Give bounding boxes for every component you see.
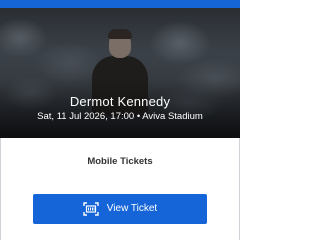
view-ticket-button[interactable]: View Ticket (33, 194, 207, 224)
hero-artist-hair (108, 29, 132, 39)
card-border-right (239, 138, 240, 240)
ticket-scan-icon (83, 202, 99, 216)
event-artist-name: Dermot Kennedy (69, 94, 171, 109)
event-date-venue: Sat, 11 Jul 2026, 17:00 • Aviva Stadium (37, 111, 203, 122)
mobile-tickets-heading: Mobile Tickets (87, 156, 153, 167)
card-border-left (0, 138, 1, 240)
view-ticket-label: View Ticket (106, 203, 158, 214)
ticket-screen: Dermot Kennedy Sat, 11 Jul 2026, 17:00 •… (0, 0, 240, 240)
top-accent-bar (0, 0, 240, 8)
